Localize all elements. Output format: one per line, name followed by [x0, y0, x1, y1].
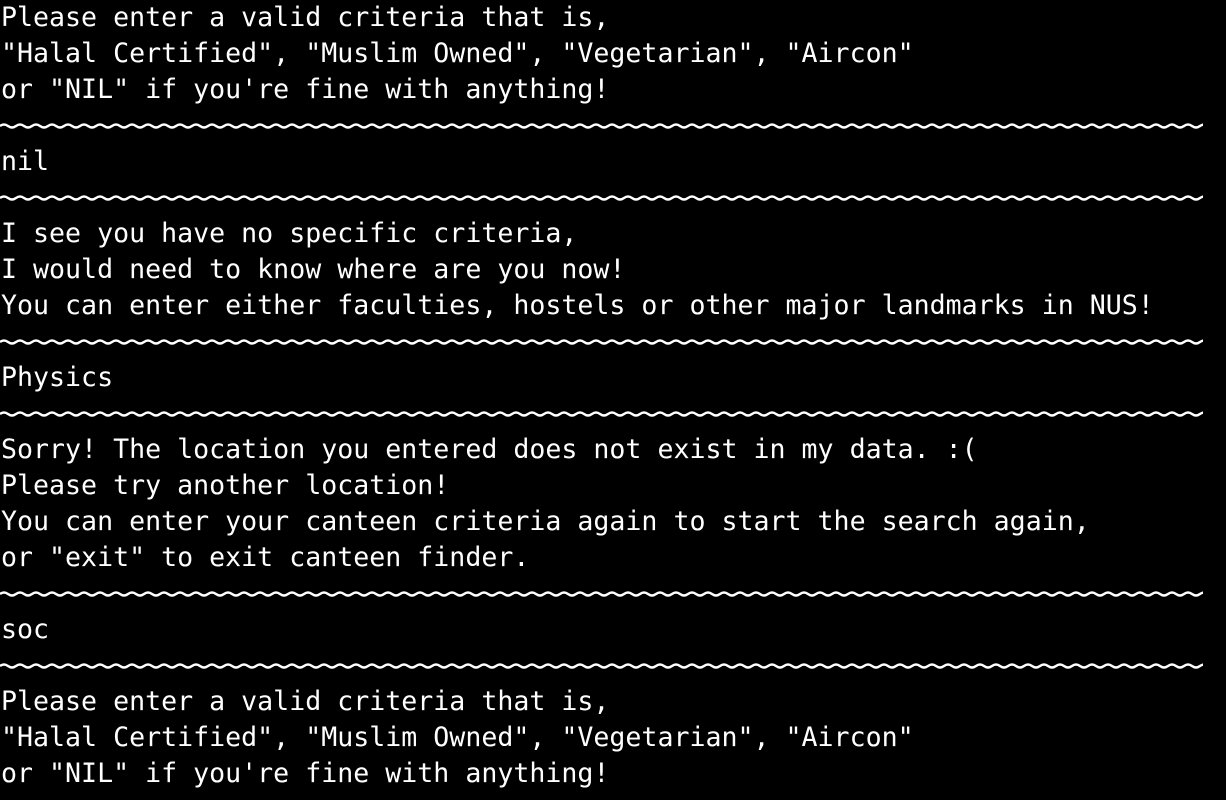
terminal-line: Please enter a valid criteria that is,	[1, 2, 610, 33]
tilde-wave	[0, 591, 1203, 597]
tilde-separator	[0, 324, 1226, 360]
tilde-separator	[0, 180, 1226, 216]
tilde-wave	[0, 411, 1203, 417]
tilde-separator	[0, 396, 1226, 432]
terminal-line: Please try another location!	[1, 470, 450, 501]
terminal-line: or "exit" to exit canteen finder.	[1, 542, 530, 573]
terminal-line: or "NIL" if you're fine with anything!	[1, 74, 610, 105]
tilde-wave	[0, 195, 1203, 201]
terminal-line: Please enter a valid criteria that is,	[1, 686, 610, 717]
terminal-line: "Halal Certified", "Muslim Owned", "Vege…	[1, 722, 914, 753]
terminal-line: soc	[1, 614, 50, 645]
terminal-line: nil	[1, 146, 50, 177]
tilde-separator	[0, 108, 1226, 144]
terminal-line: I would need to know where are you now!	[1, 254, 626, 285]
terminal-line: You can enter your canteen criteria agai…	[1, 506, 1090, 537]
tilde-separator	[0, 648, 1226, 684]
terminal-line: "Halal Certified", "Muslim Owned", "Vege…	[1, 38, 914, 69]
terminal-line: I see you have no specific criteria,	[1, 218, 578, 249]
terminal-line: or "NIL" if you're fine with anything!	[1, 758, 610, 789]
tilde-wave	[0, 123, 1203, 129]
terminal-line: Physics	[1, 362, 114, 393]
terminal-line: You can enter either faculties, hostels …	[1, 290, 1154, 321]
terminal-line: Sorry! The location you entered does not…	[1, 434, 978, 465]
terminal-output[interactable]: Please enter a valid criteria that is, "H…	[0, 0, 1226, 800]
tilde-wave	[0, 339, 1203, 345]
tilde-separator	[0, 576, 1226, 612]
tilde-wave	[0, 663, 1203, 669]
